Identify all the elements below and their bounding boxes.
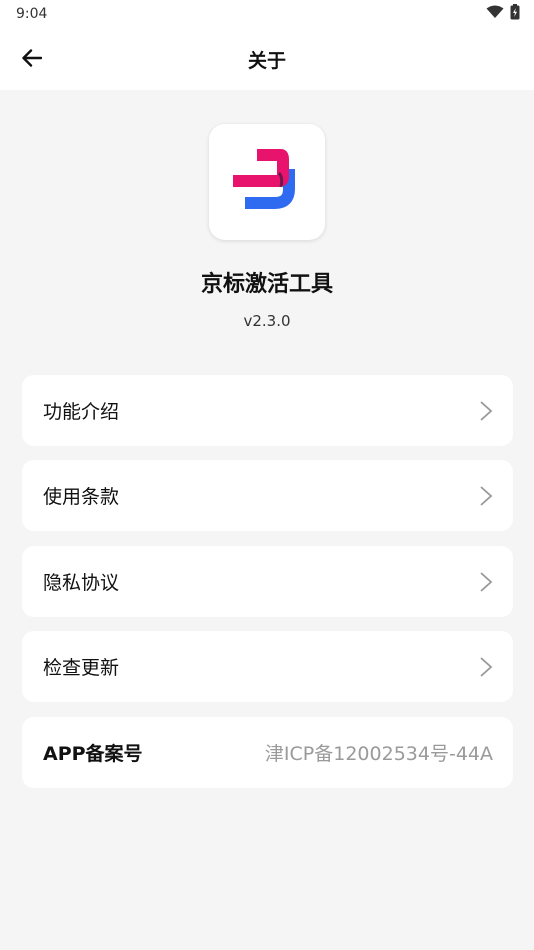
chevron-right-icon (479, 485, 493, 507)
app-bar: 关于 (0, 28, 534, 90)
menu-item-privacy[interactable]: 隐私协议 (22, 546, 513, 617)
app-name: 京标激活工具 (200, 272, 333, 297)
icp-label: APP备案号 (43, 743, 143, 765)
chevron-right-icon (479, 656, 493, 678)
menu-item-check-update[interactable]: 检查更新 (22, 631, 513, 702)
back-button[interactable] (14, 42, 50, 78)
chevron-right-icon (479, 400, 493, 422)
menu-item-label: 功能介绍 (43, 401, 120, 423)
app-version: v2.3.0 (243, 312, 291, 330)
menu-item-terms[interactable]: 使用条款 (22, 460, 513, 531)
app-logo (209, 124, 325, 240)
icp-number: 津ICP备12002534号-44A (264, 743, 493, 765)
menu-item-features[interactable]: 功能介绍 (22, 375, 513, 446)
menu-item-label: 隐私协议 (43, 572, 120, 594)
battery-icon (510, 4, 520, 24)
wifi-icon (486, 5, 504, 23)
status-bar: 9:04 (0, 0, 534, 28)
page-title: 关于 (247, 49, 286, 72)
chevron-right-icon (479, 571, 493, 593)
menu-item-label: 检查更新 (43, 657, 120, 679)
status-icons (486, 4, 520, 24)
menu-item-label: 使用条款 (43, 486, 120, 508)
icp-record-row[interactable]: APP备案号 津ICP备12002534号-44A (22, 717, 513, 788)
status-time: 9:04 (16, 6, 48, 22)
arrow-left-icon (22, 49, 43, 71)
